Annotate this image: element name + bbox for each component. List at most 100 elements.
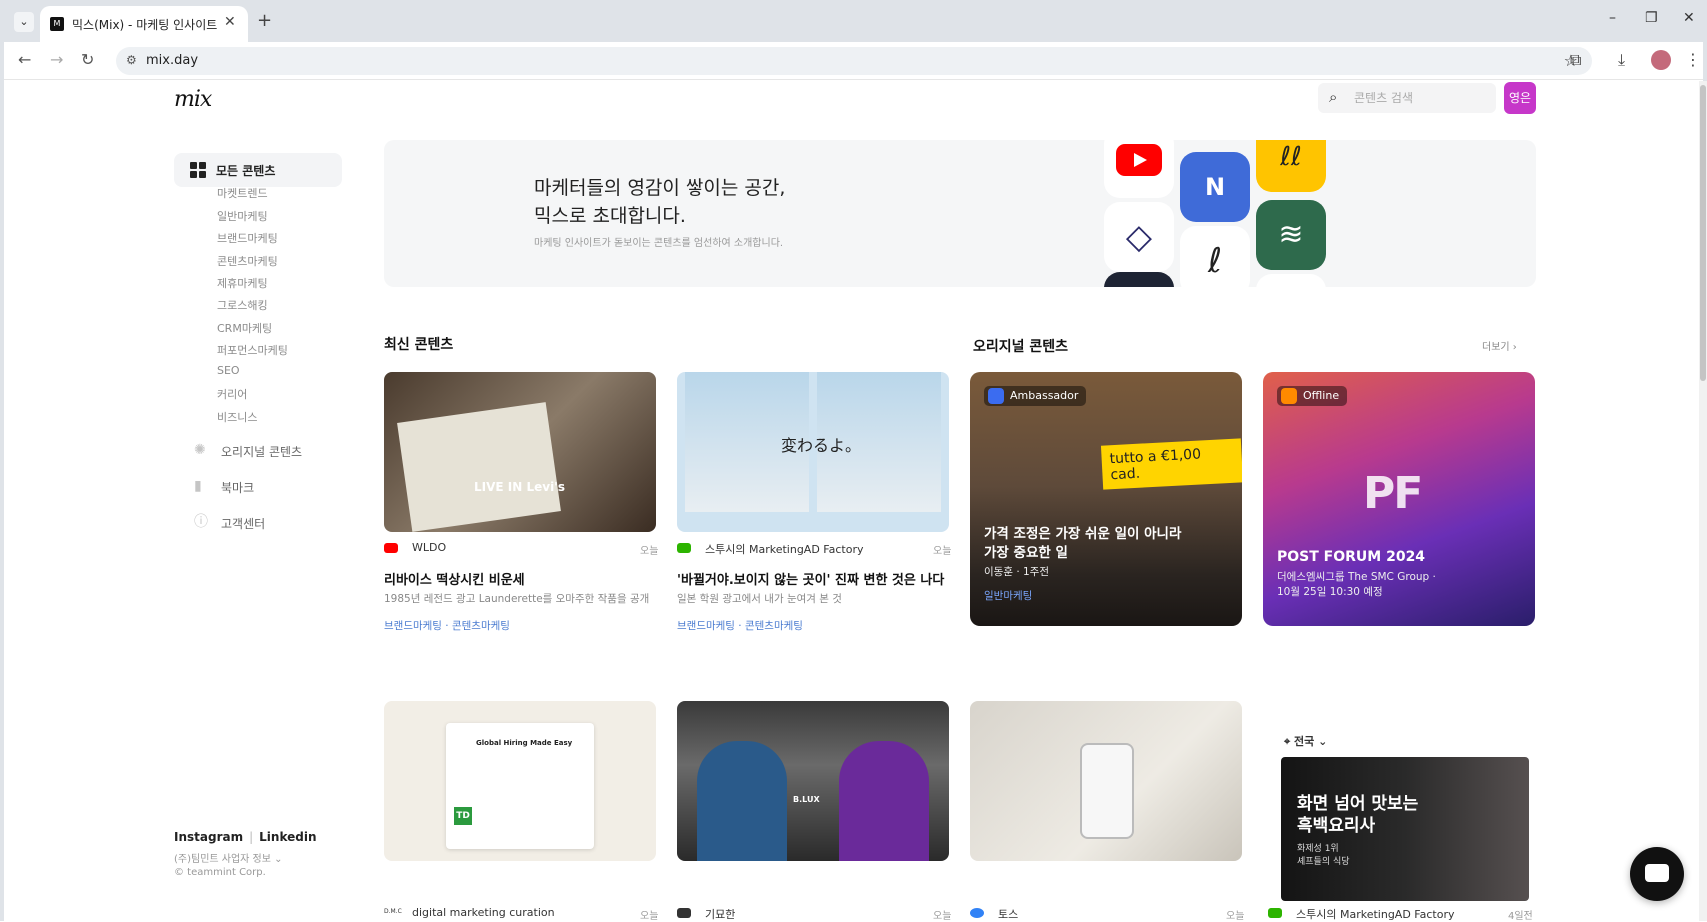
badge-icon <box>988 388 1004 404</box>
more-menu-icon[interactable]: ⋮ <box>1685 50 1701 69</box>
card-thumbnail[interactable]: LIVE IN Levi's <box>384 372 656 532</box>
scrollbar-thumb[interactable] <box>1700 85 1706 381</box>
search-box[interactable]: ⌕ <box>1318 83 1496 113</box>
waves-icon: ≋ <box>1256 200 1326 270</box>
hero-title: 마케터들의 영감이 쌓이는 공간, 믹스로 초대합니다. <box>534 177 786 227</box>
ambassador-badge: Ambassador <box>984 386 1087 406</box>
tab-search-button[interactable]: ⌄ <box>14 12 34 32</box>
card-thumbnail[interactable]: Global Hiring Made Easy TD <box>384 701 656 861</box>
dmc-logo-icon: D.M.C <box>384 908 402 915</box>
tab-close-icon[interactable]: ✕ <box>224 14 236 30</box>
card-date: 4일전 <box>1508 911 1533 922</box>
bookmark-icon: ▮ <box>194 478 202 494</box>
figure-left <box>697 741 787 861</box>
forward-arrow-icon[interactable]: → <box>50 50 63 69</box>
card-thumbnail[interactable] <box>970 701 1242 861</box>
business-info-label: (주)팀민트 사업자 정보 <box>174 854 271 865</box>
url-text[interactable]: mix.day <box>146 53 198 68</box>
card-thumbnail[interactable]: 変わるよ。 <box>677 372 949 532</box>
region-selector[interactable]: ⌖ 전국 ⌄ <box>1284 733 1327 749</box>
card-thumbnail[interactable]: 화면 넘어 맛보는 흑백요리사 화제성 1위 셰프들의 식당 <box>1281 757 1529 901</box>
restore-button[interactable]: ❐ <box>1645 10 1658 26</box>
chevron-right-icon: › <box>1512 342 1517 353</box>
hero-subtitle: 마케팅 인사이트가 돋보이는 콘텐츠를 엄선하여 소개합니다. <box>534 238 784 249</box>
hero-banner: 마케터들의 영감이 쌓이는 공간, 믹스로 초대합니다. 마케팅 인사이트가 돋… <box>384 140 1536 287</box>
sidebar-item-label: 오리지널 콘텐츠 <box>221 445 303 459</box>
browser-window: ⌄ M 믹스(Mix) - 마케팅 인사이트 🗋 ✕ + – ❐ ✕ ← → ↻… <box>0 0 1707 922</box>
app-icon <box>1256 274 1326 287</box>
sidebar-category-career[interactable]: 커리어 <box>217 386 247 402</box>
source-name: digital marketing curation <box>412 906 555 919</box>
info-icon: ⓘ <box>194 514 208 530</box>
grid-icon <box>190 162 206 178</box>
ad-preview-title: Global Hiring Made Easy <box>476 739 573 747</box>
extensions-icon[interactable]: ⧉ <box>1570 50 1581 70</box>
gear-badge-icon: ✺ <box>194 442 206 458</box>
sidebar-category-crm[interactable]: CRM마케팅 <box>217 320 272 336</box>
search-input[interactable] <box>1354 88 1484 108</box>
original-card[interactable]: Offline PF POST FORUM 2024 더에스엠씨그룹 The S… <box>1263 372 1535 626</box>
sidebar-category-seo[interactable]: SEO <box>217 364 240 377</box>
source-name: 토스 <box>998 908 1019 921</box>
back-arrow-icon[interactable]: ← <box>18 50 31 69</box>
page-content: mix ⌕ 영은 모든 콘텐츠 마켓트렌드 일반마케팅 브랜드마케팅 콘텐츠마케… <box>8 81 1707 922</box>
site-info-icon[interactable]: ⚙ <box>126 53 137 67</box>
card-tags[interactable]: 브랜드마케팅 · 콘텐츠마케팅 <box>677 618 803 633</box>
card-description: 일본 학원 광고에서 내가 눈여겨 본 것 <box>677 593 842 605</box>
ad-caption: LIVE IN Levi's <box>474 480 565 494</box>
post-forum-logo: PF <box>1363 468 1423 519</box>
price-sign: tutto a €1,00 cad. <box>1100 438 1242 490</box>
reload-icon[interactable]: ↻ <box>81 50 94 69</box>
new-tab-button[interactable]: + <box>257 10 272 31</box>
ad-caption: B.LUX <box>793 795 820 804</box>
original-section-title: 오리지널 콘텐츠 <box>973 339 1069 355</box>
diamond-icon: ◇ <box>1104 202 1174 272</box>
copyright: © teammint Corp. <box>174 867 266 878</box>
scrollbar[interactable] <box>1699 81 1707 921</box>
card-date: 오늘 <box>1226 911 1245 922</box>
instagram-link[interactable]: Instagram <box>174 830 243 844</box>
sidebar-category-market-trend[interactable]: 마켓트렌드 <box>217 185 268 201</box>
sidebar-category-general-marketing[interactable]: 일반마케팅 <box>217 208 268 224</box>
sidebar-item-label: 북마크 <box>221 481 255 495</box>
close-window-button[interactable]: ✕ <box>1683 10 1695 26</box>
card-tags[interactable]: 브랜드마케팅 · 콘텐츠마케팅 <box>384 618 510 633</box>
address-bar[interactable]: ⚙ mix.day ☆ <box>116 47 1592 75</box>
mix-logo[interactable]: mix <box>174 87 212 112</box>
social-links: Instagram | Linkedin <box>174 830 317 844</box>
card-date: 오늘 <box>933 546 952 557</box>
badge-label: Offline <box>1303 389 1340 402</box>
ad-caption: 変わるよ。 <box>781 436 862 455</box>
naver-icon: N <box>1180 152 1250 222</box>
browser-toolbar: ← → ↻ ⚙ mix.day ☆ ⧉ ⤓ ⋮ <box>4 42 1703 80</box>
linkedin-link[interactable]: Linkedin <box>259 830 316 844</box>
original-card[interactable]: Ambassador tutto a €1,00 cad. 가격 조정은 가장 … <box>970 372 1242 626</box>
search-icon: ⌕ <box>1329 88 1338 106</box>
sidebar-category-content-marketing[interactable]: 콘텐츠마케팅 <box>217 253 278 269</box>
sidebar-category-business[interactable]: 비즈니스 <box>217 409 257 425</box>
original-card-tag[interactable]: 일반마케팅 <box>984 588 1032 603</box>
sidebar-category-growth-hacking[interactable]: 그로스해킹 <box>217 297 268 313</box>
download-icon[interactable]: ⤓ <box>1618 50 1625 70</box>
badge-label: Ambassador <box>1010 389 1079 402</box>
source-name: 스투시의 MarketingAD Factory <box>1296 908 1455 921</box>
sidebar-category-performance[interactable]: 퍼포먼스마케팅 <box>217 342 288 358</box>
youtube-icon <box>1104 140 1174 198</box>
sidebar-item-all-contents[interactable]: 모든 콘텐츠 <box>174 153 342 187</box>
mix-favicon-icon: M <box>50 17 64 31</box>
card-thumbnail[interactable]: B.LUX <box>677 701 949 861</box>
more-label: 더보기 <box>1482 342 1510 353</box>
browser-tab-active[interactable]: M 믹스(Mix) - 마케팅 인사이트 🗋 ✕ <box>40 6 248 42</box>
card-title[interactable]: '바뀔거야.보이지 않는 곳이' 진짜 변한 것은 나다 <box>677 569 944 588</box>
sidebar-category-brand-marketing[interactable]: 브랜드마케팅 <box>217 230 278 246</box>
sidebar-category-affiliate-marketing[interactable]: 제휴마케팅 <box>217 275 268 291</box>
chat-button[interactable] <box>1630 847 1684 901</box>
card-date: 오늘 <box>640 546 659 557</box>
source-icon <box>677 908 691 918</box>
user-avatar[interactable]: 영은 <box>1504 82 1536 114</box>
profile-avatar[interactable] <box>1651 50 1671 70</box>
card-title[interactable]: 리바이스 떡상시킨 비운세 <box>384 569 525 588</box>
minimize-button[interactable]: – <box>1609 10 1616 26</box>
more-link[interactable]: 더보기 › <box>1482 338 1517 353</box>
business-info-toggle[interactable]: (주)팀민트 사업자 정보 ⌄ <box>174 850 283 865</box>
